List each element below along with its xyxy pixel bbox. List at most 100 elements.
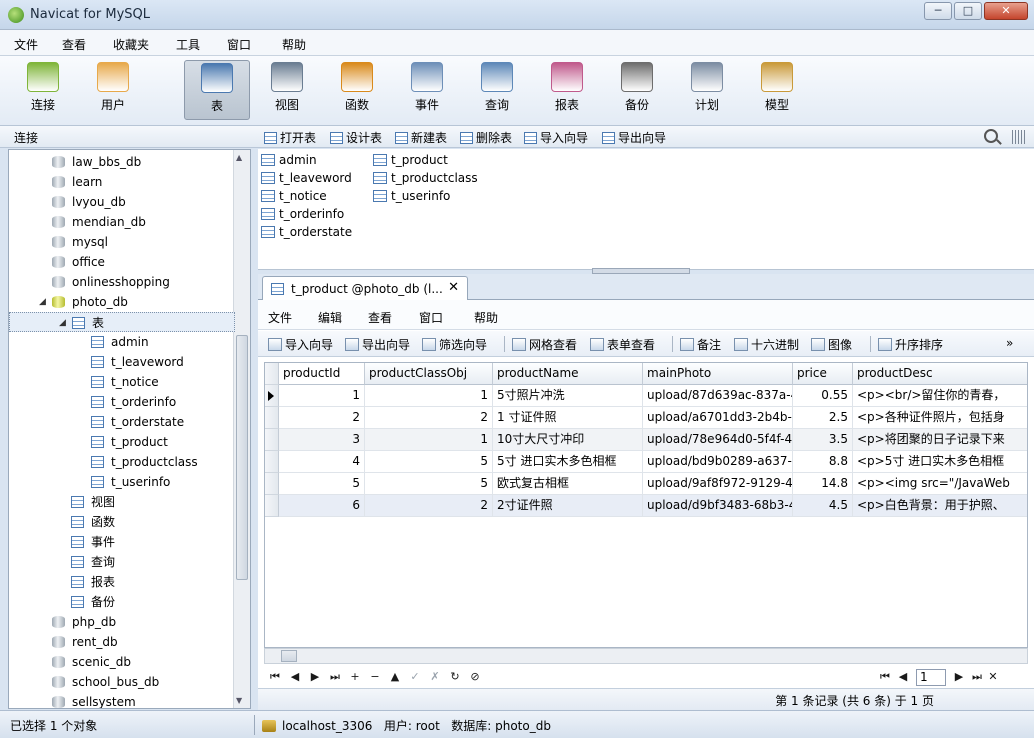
view-mode-icon[interactable] (1012, 130, 1026, 144)
next-record-icon[interactable]: ▶ (308, 670, 322, 683)
column-header-productDesc[interactable]: productDesc (853, 363, 1027, 385)
tree-item-lvyou_db[interactable]: lvyou_db (9, 192, 235, 212)
cell-productDesc[interactable]: <p>将团聚的日子记录下来 (853, 429, 1027, 451)
tab-close-icon[interactable]: ✕ (448, 280, 459, 295)
cell-productId[interactable]: 3 (279, 429, 365, 451)
object-item-t_product[interactable]: t_product (373, 151, 448, 169)
cell-productId[interactable]: 5 (279, 473, 365, 495)
column-header-mainPhoto[interactable]: mainPhoto (643, 363, 793, 385)
toolbar-function-button[interactable]: 函数 (324, 60, 390, 120)
tree-item-t_orderstate[interactable]: t_orderstate (9, 412, 235, 432)
object-item-t_leaveword[interactable]: t_leaveword (261, 169, 352, 187)
page-number-input[interactable]: 1 (916, 669, 946, 686)
export-wizard-button[interactable]: 导出向导 (602, 129, 666, 146)
tree-item-scenic_db[interactable]: scenic_db (9, 652, 235, 672)
toolbar-table-button[interactable]: 表 (184, 60, 250, 120)
menu-tools[interactable]: 工具 (176, 36, 200, 53)
last-page-icon[interactable]: ⏭ (970, 670, 984, 684)
data-menu-view[interactable]: 查看 (368, 309, 392, 326)
object-item-t_orderinfo[interactable]: t_orderinfo (261, 205, 344, 223)
row-selector[interactable] (265, 451, 279, 473)
row-selector[interactable] (265, 473, 279, 495)
tree-scroll-thumb[interactable] (236, 335, 248, 580)
tree-item-sellsystem[interactable]: sellsystem (9, 692, 235, 708)
maximize-button[interactable]: □ (954, 2, 982, 20)
cell-productClassObj[interactable]: 5 (365, 473, 493, 495)
tree-item-onlinesshopping[interactable]: onlinesshopping (9, 272, 235, 292)
toolbar-report-button[interactable]: 报表 (534, 60, 600, 120)
first-record-icon[interactable]: ⏮ (268, 670, 282, 684)
tree-item-t_userinfo[interactable]: t_userinfo (9, 472, 235, 492)
tree-item-mysql[interactable]: mysql (9, 232, 235, 252)
tree-item-office[interactable]: office (9, 252, 235, 272)
menu-file[interactable]: 文件 (14, 36, 38, 53)
cell-productClassObj[interactable]: 1 (365, 429, 493, 451)
cell-price[interactable]: 4.5 (793, 495, 853, 517)
scroll-down-icon[interactable]: ▼ (236, 696, 242, 705)
toolbar-model-button[interactable]: 模型 (744, 60, 810, 120)
table-row[interactable]: 1 1 5寸照片冲洗 upload/87d639ac-837a-4 0.55 <p><br… (265, 385, 1027, 407)
memo-button[interactable]: 备注 (680, 336, 721, 353)
cell-productName[interactable]: 5寸照片冲洗 (493, 385, 643, 407)
column-header-productName[interactable]: productName (493, 363, 643, 385)
cell-productName[interactable]: 2寸证件照 (493, 495, 643, 517)
tree-item-php_db[interactable]: php_db (9, 612, 235, 632)
table-row[interactable]: 221 寸证件照 upload/a6701dd3-2b4b-4 2.5 <p>各种证件… (265, 407, 1027, 429)
prev-record-icon[interactable]: ◀ (288, 670, 302, 683)
tree-item-query[interactable]: 查询 (9, 552, 235, 572)
menu-view[interactable]: 查看 (62, 36, 86, 53)
filter-wizard-button[interactable]: 筛选向导 (422, 336, 487, 353)
collapse-arrow-icon[interactable]: ◢ (39, 292, 46, 312)
cell-productDesc[interactable]: <p>5寸 进口实木多色相框 (853, 451, 1027, 473)
object-item-t_userinfo[interactable]: t_userinfo (373, 187, 450, 205)
column-header-productId[interactable]: productId (279, 363, 365, 385)
hex-button[interactable]: 十六进制 (734, 336, 799, 353)
search-icon[interactable] (984, 129, 998, 143)
data-menu-file[interactable]: 文件 (268, 309, 292, 326)
tree-item-view[interactable]: 视图 (9, 492, 235, 512)
table-row[interactable]: 6 2 2寸证件照 upload/d9bf3483-68b3-4 4.5 <p>白色背景：… (265, 495, 1027, 517)
toolbar-view-button[interactable]: 视图 (254, 60, 320, 120)
cell-productId[interactable]: 4 (279, 451, 365, 473)
menu-help[interactable]: 帮助 (282, 36, 306, 53)
cell-productDesc[interactable]: <p>白色背景：用于护照、 (853, 495, 1027, 517)
column-header-price[interactable]: price (793, 363, 853, 385)
row-selector[interactable] (265, 385, 279, 407)
cell-mainPhoto[interactable]: upload/9af8f972-9129-4e (643, 473, 793, 495)
sort-asc-button[interactable]: 升序排序 (878, 336, 943, 353)
cell-productName[interactable]: 1 寸证件照 (493, 407, 643, 429)
object-item-t_orderstate[interactable]: t_orderstate (261, 223, 352, 241)
tree-item-law_bbs_db[interactable]: law_bbs_db (9, 152, 235, 172)
row-selector[interactable] (265, 429, 279, 451)
cell-mainPhoto[interactable]: upload/a6701dd3-2b4b-4 (643, 407, 793, 429)
toolbar-schedule-button[interactable]: 计划 (674, 60, 740, 120)
tree-item-t_orderinfo[interactable]: t_orderinfo (9, 392, 235, 412)
tree-item-admin[interactable]: admin (9, 332, 235, 352)
data-menu-edit[interactable]: 编辑 (318, 309, 342, 326)
tree-item-t_leaveword[interactable]: t_leaveword (9, 352, 235, 372)
tree-item-t_notice[interactable]: t_notice (9, 372, 235, 392)
object-item-admin[interactable]: admin (261, 151, 317, 169)
cell-productClassObj[interactable]: 2 (365, 495, 493, 517)
cell-productDesc[interactable]: <p><img src="/JavaWeb (853, 473, 1027, 495)
close-button[interactable]: ✕ (984, 2, 1028, 20)
table-row[interactable]: 3 1 10寸大尺寸冲印 upload/78e964d0-5f4f-43 3.5 <p>将… (265, 429, 1027, 451)
next-page-icon[interactable]: ▶ (952, 670, 966, 683)
add-record-icon[interactable]: + (348, 670, 362, 683)
tree-item-school_bus_db[interactable]: school_bus_db (9, 672, 235, 692)
delete-table-button[interactable]: 删除表 (460, 129, 512, 146)
toolbar-event-button[interactable]: 事件 (394, 60, 460, 120)
grid-horizontal-scrollbar[interactable] (264, 648, 1028, 664)
grid-view-button[interactable]: 网格查看 (512, 336, 577, 353)
menu-window[interactable]: 窗口 (227, 36, 251, 53)
apply-changes-icon[interactable]: ✓ (408, 670, 422, 683)
tree-item-backup[interactable]: 备份 (9, 592, 235, 612)
collapse-arrow-icon[interactable]: ◢ (59, 313, 66, 333)
data-grid[interactable]: productId productClassObj productName mainP… (264, 362, 1028, 648)
toolbar-connection-button[interactable]: 连接 (10, 60, 76, 120)
cell-price[interactable]: 0.55 (793, 385, 853, 407)
refresh-icon[interactable]: ↻ (448, 670, 462, 683)
tree-item-learn[interactable]: learn (9, 172, 235, 192)
row-selector[interactable] (265, 495, 279, 517)
tree-item-photo_db[interactable]: ◢ photo_db (9, 292, 235, 312)
